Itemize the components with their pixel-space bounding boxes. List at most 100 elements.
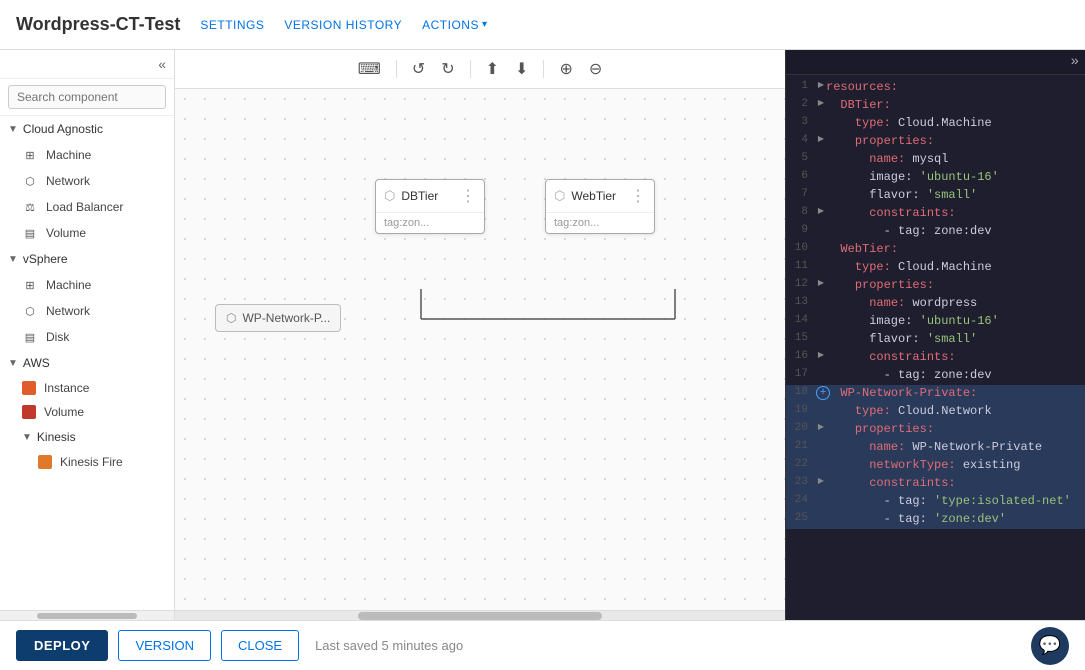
- app-title: Wordpress-CT-Test: [16, 14, 180, 35]
- line-number: 21: [786, 440, 816, 452]
- line-number: 2: [786, 98, 816, 110]
- keyboard-button[interactable]: ⌨: [353, 56, 386, 82]
- code-line-3: 3 type: Cloud.Machine: [786, 115, 1085, 133]
- line-number: 4: [786, 134, 816, 146]
- line-number: 14: [786, 314, 816, 326]
- line-dot[interactable]: ▶: [816, 350, 826, 360]
- redo-button[interactable]: ↻: [436, 56, 459, 82]
- nav-version-history[interactable]: VERSION HISTORY: [284, 18, 402, 32]
- zoom-out-button[interactable]: ⊖: [584, 56, 607, 82]
- node-webtier[interactable]: ⬡ WebTier ⋮ tag:zon...: [545, 179, 655, 234]
- line-content: - tag: zone:dev: [826, 224, 1085, 238]
- node-dbtier-menu[interactable]: ⋮: [460, 186, 476, 206]
- line-content: networkType: existing: [826, 458, 1085, 472]
- canvas-hscroll[interactable]: [175, 610, 785, 620]
- node-webtier-menu[interactable]: ⋮: [630, 186, 646, 206]
- code-line-12: 12▶ properties:: [786, 277, 1085, 295]
- chevron-icon-2: ▼: [8, 254, 18, 265]
- network-icon-2: ⬡: [22, 303, 38, 319]
- nav-actions[interactable]: ACTIONS ▾: [422, 18, 487, 32]
- group-vsphere: ▼ vSphere ⊞ Machine ⬡ Network ▤ Disk: [0, 246, 174, 350]
- code-body[interactable]: 1▶resources:2▶ DBTier:3 type: Cloud.Mach…: [786, 75, 1085, 620]
- line-content: constraints:: [826, 350, 1085, 364]
- line-content: type: Cloud.Machine: [826, 260, 1085, 274]
- node-wp-network[interactable]: ⬡ WP-Network-P...: [215, 304, 341, 332]
- line-content: type: Cloud.Machine: [826, 116, 1085, 130]
- search-input[interactable]: [8, 85, 166, 109]
- sidebar-collapse[interactable]: «: [0, 50, 174, 79]
- line-number: 12: [786, 278, 816, 290]
- sidebar-item-vs-machine[interactable]: ⊞ Machine: [0, 272, 174, 298]
- sidebar-item-aws-volume[interactable]: Volume: [0, 400, 174, 424]
- code-line-20: 20▶ properties:: [786, 421, 1085, 439]
- line-content: - tag: zone:dev: [826, 368, 1085, 382]
- line-dot[interactable]: ▶: [816, 278, 826, 288]
- line-content: name: WP-Network-Private: [826, 440, 1085, 454]
- group-vsphere-header[interactable]: ▼ vSphere: [0, 246, 174, 272]
- footer: DEPLOY VERSION CLOSE Last saved 5 minute…: [0, 620, 1085, 670]
- line-content: type: Cloud.Network: [826, 404, 1085, 418]
- code-line-17: 17 - tag: zone:dev: [786, 367, 1085, 385]
- code-line-22: 22 networkType: existing: [786, 457, 1085, 475]
- line-content: WP-Network-Private:: [826, 386, 1085, 400]
- line-number: 6: [786, 170, 816, 182]
- node-dbtier-tag: tag:zon...: [376, 213, 484, 233]
- lb-icon: ⚖: [22, 199, 38, 215]
- canvas-wrapper: ⌨ ↺ ↻ ⬆ ⬇ ⊕ ⊖ ⬡ DBTier ⋮ tag:zon...: [175, 50, 785, 620]
- sidebar: « ▼ Cloud Agnostic ⊞ Machine ⬡ Network: [0, 50, 175, 620]
- code-line-18: 18+ WP-Network-Private:: [786, 385, 1085, 403]
- node-webtier-label: WebTier: [565, 189, 630, 203]
- chat-button[interactable]: 💬: [1031, 627, 1069, 665]
- canvas-connections: [175, 89, 785, 610]
- sidebar-item-kinesis-fire[interactable]: Kinesis Fire: [0, 450, 174, 474]
- sidebar-item-vs-network[interactable]: ⬡ Network: [0, 298, 174, 324]
- undo-button[interactable]: ↺: [407, 56, 430, 82]
- collapse-icon: «: [158, 56, 166, 72]
- line-number: 22: [786, 458, 816, 470]
- line-content: name: mysql: [826, 152, 1085, 166]
- group-aws-header[interactable]: ▼ AWS: [0, 350, 174, 376]
- sidebar-item-ca-volume[interactable]: ▤ Volume: [0, 220, 174, 246]
- sidebar-item-ca-network[interactable]: ⬡ Network: [0, 168, 174, 194]
- line-content: resources:: [826, 80, 1085, 94]
- upload-button[interactable]: ⬆: [481, 56, 504, 82]
- code-line-23: 23▶ constraints:: [786, 475, 1085, 493]
- version-button[interactable]: VERSION: [118, 630, 211, 661]
- line-dot[interactable]: ▶: [816, 206, 826, 216]
- sidebar-item-ca-machine[interactable]: ⊞ Machine: [0, 142, 174, 168]
- code-panel: » 1▶resources:2▶ DBTier:3 type: Cloud.Ma…: [785, 50, 1085, 620]
- line-content: flavor: 'small': [826, 332, 1085, 346]
- line-number: 18: [786, 386, 816, 398]
- canvas-hscroll-thumb: [358, 612, 602, 620]
- line-dot[interactable]: ▶: [816, 476, 826, 486]
- line-dot[interactable]: ▶: [816, 80, 826, 90]
- node-webtier-tag: tag:zon...: [546, 213, 654, 233]
- line-dot[interactable]: ▶: [816, 422, 826, 432]
- sidebar-hscroll-thumb: [37, 613, 137, 619]
- line-content: flavor: 'small': [826, 188, 1085, 202]
- sidebar-hscroll[interactable]: [0, 610, 174, 620]
- download-button[interactable]: ⬇: [510, 56, 533, 82]
- line-dot[interactable]: ▶: [816, 134, 826, 144]
- nav-settings[interactable]: SETTINGS: [200, 18, 264, 32]
- line-content: DBTier:: [826, 98, 1085, 112]
- line-content: - tag: 'type:isolated-net': [826, 494, 1085, 508]
- zoom-in-button[interactable]: ⊕: [554, 56, 577, 82]
- code-panel-header: »: [786, 50, 1085, 75]
- line-content: properties:: [826, 278, 1085, 292]
- deploy-button[interactable]: DEPLOY: [16, 630, 108, 661]
- sidebar-item-vs-disk[interactable]: ▤ Disk: [0, 324, 174, 350]
- line-dot[interactable]: ▶: [816, 98, 826, 108]
- sidebar-item-ca-lb[interactable]: ⚖ Load Balancer: [0, 194, 174, 220]
- canvas-area[interactable]: ⬡ DBTier ⋮ tag:zon... ⬡ WebTier ⋮ tag:zo…: [175, 89, 785, 610]
- code-line-25: 25 - tag: 'zone:dev': [786, 511, 1085, 529]
- kinesis-icon: [38, 455, 52, 469]
- code-expand-icon[interactable]: »: [1071, 54, 1079, 70]
- close-button[interactable]: CLOSE: [221, 630, 299, 661]
- line-dot[interactable]: +: [816, 386, 826, 400]
- node-dbtier[interactable]: ⬡ DBTier ⋮ tag:zon...: [375, 179, 485, 234]
- machine-icon: ⊞: [22, 147, 38, 163]
- group-kinesis-header[interactable]: ▼ Kinesis: [0, 424, 174, 450]
- group-cloud-agnostic-header[interactable]: ▼ Cloud Agnostic: [0, 116, 174, 142]
- sidebar-item-aws-instance[interactable]: Instance: [0, 376, 174, 400]
